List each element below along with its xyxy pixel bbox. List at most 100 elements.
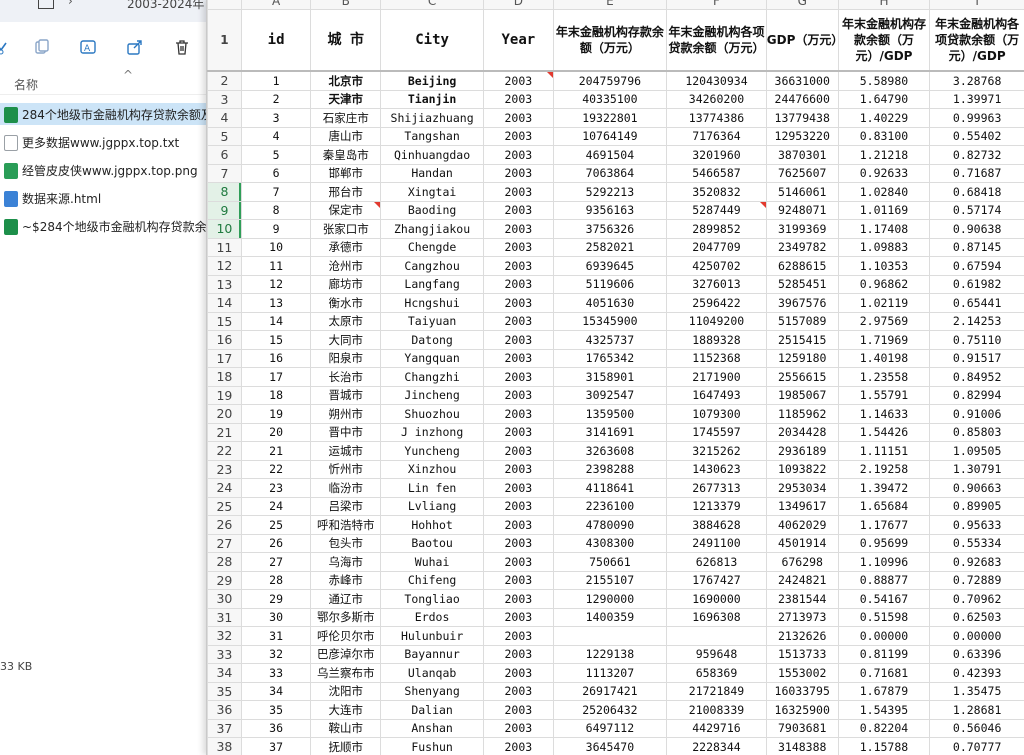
table-cell[interactable]: 0.96862: [837, 274, 931, 294]
table-cell[interactable]: 2003: [483, 163, 554, 183]
table-cell[interactable]: 晋中市: [310, 422, 382, 442]
table-cell[interactable]: 大同市: [310, 330, 382, 350]
header-cell[interactable]: 年末金融机构存款余额（万元）: [552, 9, 668, 72]
table-cell[interactable]: 沧州市: [310, 256, 382, 276]
table-cell[interactable]: 1: [240, 70, 312, 91]
table-cell[interactable]: 658369: [666, 663, 767, 683]
file-item[interactable]: 经管皮皮侠www.jgppx.top.png: [0, 159, 220, 181]
table-cell[interactable]: 2003: [483, 311, 554, 331]
table-cell[interactable]: 2132626: [765, 626, 839, 646]
table-cell[interactable]: 3.28768: [929, 70, 1024, 91]
table-cell[interactable]: 2491100: [666, 533, 767, 553]
table-cell[interactable]: Datong: [380, 330, 484, 350]
table-cell[interactable]: 2003: [483, 89, 554, 109]
table-cell[interactable]: Qinhuangdao: [380, 145, 484, 165]
row-number[interactable]: 12: [207, 256, 242, 276]
table-cell[interactable]: 2003: [483, 718, 554, 738]
table-cell[interactable]: 19322801: [552, 108, 668, 128]
table-cell[interactable]: Erdos: [380, 607, 484, 627]
row-number[interactable]: 38: [207, 737, 242, 755]
table-cell[interactable]: 2003: [483, 607, 554, 627]
table-cell[interactable]: 2003: [483, 200, 554, 220]
row-number[interactable]: 26: [207, 515, 242, 535]
table-cell[interactable]: 忻州市: [310, 459, 382, 479]
explorer-address-bar[interactable]: › ··· 2003-2024年: [0, 0, 220, 22]
table-cell[interactable]: 0.87145: [929, 237, 1024, 257]
row-number[interactable]: 6: [207, 145, 242, 165]
table-cell[interactable]: 34260200: [666, 89, 767, 109]
header-cell[interactable]: 城 市: [310, 9, 382, 72]
table-cell[interactable]: Changzhi: [380, 367, 484, 387]
table-cell[interactable]: 1647493: [666, 385, 767, 405]
table-cell[interactable]: Cangzhou: [380, 256, 484, 276]
table-cell[interactable]: 0.63396: [929, 644, 1024, 664]
table-cell[interactable]: 2398288: [552, 459, 668, 479]
table-cell[interactable]: 4501914: [765, 533, 839, 553]
table-cell[interactable]: 24476600: [765, 89, 839, 109]
table-cell[interactable]: 3158901: [552, 367, 668, 387]
table-cell[interactable]: 北京市: [310, 70, 382, 91]
table-cell[interactable]: 2003: [483, 145, 554, 165]
table-cell[interactable]: 1.40198: [837, 348, 931, 368]
table-cell[interactable]: 2003: [483, 182, 554, 202]
table-cell[interactable]: 21008339: [666, 700, 767, 720]
file-item[interactable]: 284个地级市金融机构存贷款余额及: [0, 103, 220, 125]
table-cell[interactable]: 临汾市: [310, 478, 382, 498]
table-cell[interactable]: 2003: [483, 478, 554, 498]
table-cell[interactable]: 0.71687: [929, 163, 1024, 183]
table-cell[interactable]: 1113207: [552, 663, 668, 683]
table-cell[interactable]: 13774386: [666, 108, 767, 128]
row-number[interactable]: 28: [207, 552, 242, 572]
table-cell[interactable]: 1.11151: [837, 441, 931, 461]
table-cell[interactable]: 6497112: [552, 718, 668, 738]
row-number[interactable]: 2: [207, 70, 242, 91]
table-cell[interactable]: 4051630: [552, 293, 668, 313]
table-cell[interactable]: 天津市: [310, 89, 382, 109]
table-cell[interactable]: 5466587: [666, 163, 767, 183]
share-icon[interactable]: [126, 38, 144, 56]
table-cell[interactable]: J inzhong: [380, 422, 484, 442]
table-cell[interactable]: 4: [240, 126, 312, 146]
table-cell[interactable]: 26: [240, 533, 312, 553]
table-cell[interactable]: 29: [240, 589, 312, 609]
table-cell[interactable]: 204759796: [552, 70, 668, 91]
table-cell[interactable]: 0.57174: [929, 200, 1024, 220]
table-cell[interactable]: 邢台市: [310, 182, 382, 202]
table-cell[interactable]: 11049200: [666, 311, 767, 331]
row-number[interactable]: 20: [207, 404, 242, 424]
row-number[interactable]: 35: [207, 681, 242, 701]
table-cell[interactable]: 2953034: [765, 478, 839, 498]
table-cell[interactable]: 乌兰察布市: [310, 663, 382, 683]
table-cell[interactable]: 1.02840: [837, 182, 931, 202]
column-header-b[interactable]: B: [310, 0, 382, 10]
row-number[interactable]: 17: [207, 348, 242, 368]
table-cell[interactable]: 34: [240, 681, 312, 701]
name-column-header[interactable]: ^ 名称: [0, 68, 220, 95]
table-cell[interactable]: 1765342: [552, 348, 668, 368]
row-number[interactable]: 15: [207, 311, 242, 331]
table-cell[interactable]: 1079300: [666, 404, 767, 424]
table-cell[interactable]: 0.68418: [929, 182, 1024, 202]
this-pc-icon[interactable]: [38, 0, 54, 9]
table-cell[interactable]: Jincheng: [380, 385, 484, 405]
table-cell[interactable]: 0.83100: [837, 126, 931, 146]
table-cell[interactable]: Xinzhou: [380, 459, 484, 479]
table-cell[interactable]: Lvliang: [380, 496, 484, 516]
table-cell[interactable]: 2003: [483, 441, 554, 461]
table-cell[interactable]: 呼伦贝尔市: [310, 626, 382, 646]
row-number[interactable]: 19: [207, 385, 242, 405]
table-cell[interactable]: 23: [240, 478, 312, 498]
row-number[interactable]: 33: [207, 644, 242, 664]
table-cell[interactable]: 鞍山市: [310, 718, 382, 738]
table-cell[interactable]: 750661: [552, 552, 668, 572]
table-cell[interactable]: 2349782: [765, 237, 839, 257]
table-cell[interactable]: 廊坊市: [310, 274, 382, 294]
table-cell[interactable]: 2.19258: [837, 459, 931, 479]
table-cell[interactable]: 2236100: [552, 496, 668, 516]
table-cell[interactable]: 16325900: [765, 700, 839, 720]
header-cell[interactable]: id: [240, 9, 312, 72]
table-cell[interactable]: 19: [240, 404, 312, 424]
table-cell[interactable]: 0.42393: [929, 663, 1024, 683]
table-cell[interactable]: 6288615: [765, 256, 839, 276]
table-cell[interactable]: 2003: [483, 644, 554, 664]
